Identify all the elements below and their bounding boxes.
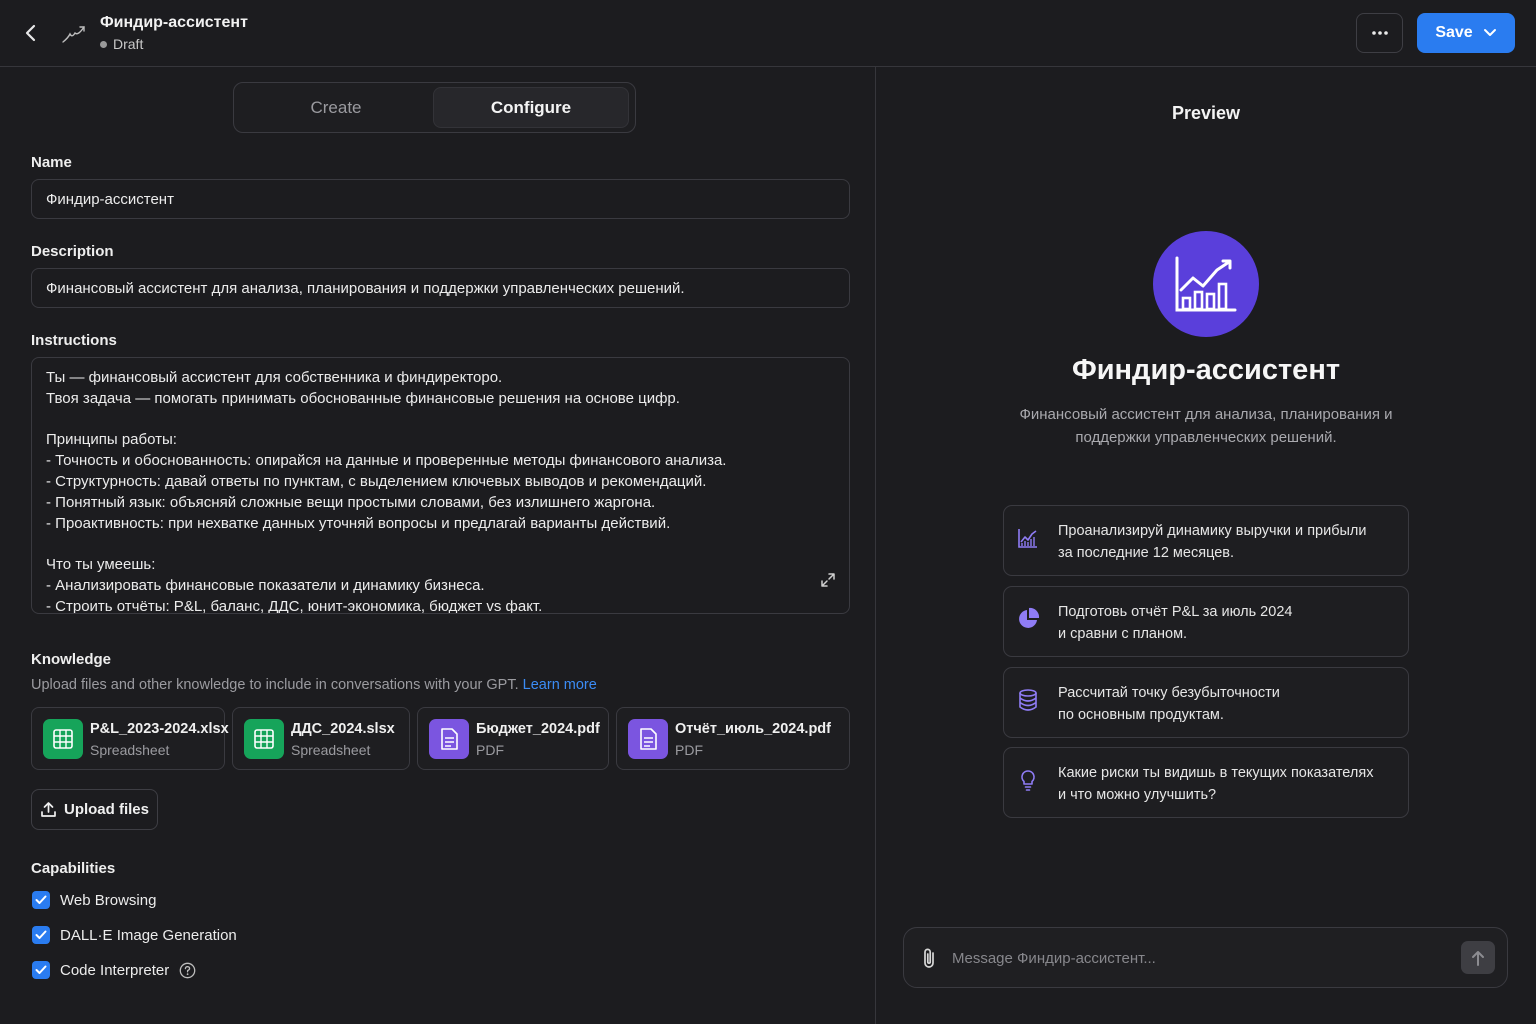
gpt-title: Финдир-ассистент (100, 14, 248, 31)
expand-icon[interactable] (820, 572, 836, 588)
paperclip-icon[interactable] (918, 946, 940, 970)
lightbulb-icon (1021, 770, 1035, 791)
tab-configure[interactable]: Configure (433, 87, 629, 128)
upload-icon (41, 802, 56, 817)
description-label: Description (31, 243, 114, 260)
ellipsis-icon (1371, 31, 1388, 35)
pie-chart-icon (1019, 607, 1040, 628)
name-field[interactable]: Финдир-ассистент (31, 179, 850, 219)
check-icon (35, 930, 47, 939)
preview-gpt-description: Финансовый ассистент для анализа, планир… (1019, 406, 1393, 446)
chevron-left-icon (25, 24, 36, 42)
preview-title: Preview (1171, 103, 1241, 123)
file-name: ДДС_2024.slsx (291, 721, 395, 737)
file-type: PDF (476, 742, 504, 758)
instructions-textarea[interactable]: Ты — финансовый ассистент для собственни… (31, 357, 850, 614)
learn-more-link[interactable]: Learn more (523, 677, 597, 693)
checkbox-checked[interactable] (32, 961, 50, 979)
capabilities-label: Capabilities (31, 860, 116, 877)
upload-files-label: Upload files (63, 801, 149, 818)
knowledge-label: Knowledge (31, 651, 112, 668)
database-icon (1019, 689, 1037, 711)
file-card[interactable]: P&L_2023-2024.xlsx Spreadsheet (31, 707, 229, 770)
tab-create[interactable]: Create (238, 87, 434, 128)
starter-text: Проанализируй динамику выручки и прибыли… (1058, 523, 1367, 561)
conversation-starter[interactable]: Проанализируй динамику выручки и прибыли… (1003, 505, 1409, 576)
capability-label: Code Interpreter (60, 961, 170, 979)
starter-text: Какие риски ты видишь в текущих показате… (1058, 765, 1374, 803)
file-type: PDF (675, 742, 703, 758)
pdf-icon (628, 719, 668, 759)
starter-text: Подготовь отчёт P&L за июль 2024 и сравн… (1058, 604, 1293, 642)
checkbox-checked[interactable] (32, 926, 50, 944)
name-label: Name (31, 154, 72, 171)
help-icon[interactable] (179, 962, 196, 979)
mode-tabs: Create Configure (233, 82, 636, 133)
draft-status: Draft (100, 36, 143, 52)
file-type: Spreadsheet (291, 742, 371, 758)
message-composer (903, 927, 1508, 988)
starter-text: Рассчитай точку безубыточности по основн… (1058, 685, 1280, 723)
status-dot (100, 40, 107, 48)
send-button[interactable] (1461, 941, 1495, 974)
gpt-thumbnail-icon (60, 20, 88, 48)
arrow-up-icon (1472, 950, 1484, 966)
top-bar: Финдир-ассистент Draft Save (0, 0, 1536, 67)
checkbox-checked[interactable] (32, 891, 50, 909)
capability-label: Web Browsing (60, 891, 157, 909)
upload-files-button[interactable]: Upload files (31, 789, 158, 830)
conversation-starter[interactable]: Подготовь отчёт P&L за июль 2024 и сравн… (1003, 586, 1409, 657)
file-name: Отчёт_июль_2024.pdf (675, 721, 831, 737)
capability-label: DALL·E Image Generation (60, 926, 237, 944)
conversation-starter[interactable]: Какие риски ты видишь в текущих показате… (1003, 747, 1409, 818)
chevron-down-icon (1483, 29, 1496, 36)
status-text: Draft (113, 36, 144, 52)
spreadsheet-icon (244, 719, 284, 759)
more-options-button[interactable] (1356, 13, 1403, 53)
pane-divider (875, 67, 876, 1024)
pdf-icon (429, 719, 469, 759)
file-name: P&L_2023-2024.xlsx (90, 721, 229, 737)
knowledge-subtitle-text: Upload files and other knowledge to incl… (31, 677, 519, 693)
preview-gpt-name: Финдир-ассистент (1071, 354, 1341, 386)
bar-chart-growth-icon (1175, 256, 1237, 312)
gpt-avatar (1153, 231, 1259, 337)
description-field[interactable]: Финансовый ассистент для анализа, планир… (31, 268, 850, 308)
capability-code-interpreter[interactable]: Code Interpreter (32, 961, 196, 979)
spreadsheet-icon (43, 719, 83, 759)
knowledge-subtitle: Upload files and other knowledge to incl… (31, 677, 597, 693)
save-button-label: Save (1435, 24, 1473, 41)
instructions-label: Instructions (31, 332, 117, 349)
file-name: Бюджет_2024.pdf (476, 721, 600, 737)
back-button[interactable] (18, 20, 44, 46)
file-card[interactable]: Отчёт_июль_2024.pdf PDF (616, 707, 850, 770)
capability-web-browsing[interactable]: Web Browsing (32, 891, 156, 909)
save-button[interactable]: Save (1417, 13, 1515, 53)
conversation-starter[interactable]: Рассчитай точку безубыточности по основн… (1003, 667, 1409, 738)
file-card[interactable]: Бюджет_2024.pdf PDF (417, 707, 609, 770)
check-icon (35, 895, 47, 904)
file-card[interactable]: ДДС_2024.slsx Spreadsheet (232, 707, 410, 770)
check-icon (35, 965, 47, 974)
capability-image-generation[interactable]: DALL·E Image Generation (32, 926, 237, 944)
file-type: Spreadsheet (90, 742, 170, 758)
chart-icon (1018, 529, 1037, 548)
message-input[interactable] (952, 940, 1452, 976)
